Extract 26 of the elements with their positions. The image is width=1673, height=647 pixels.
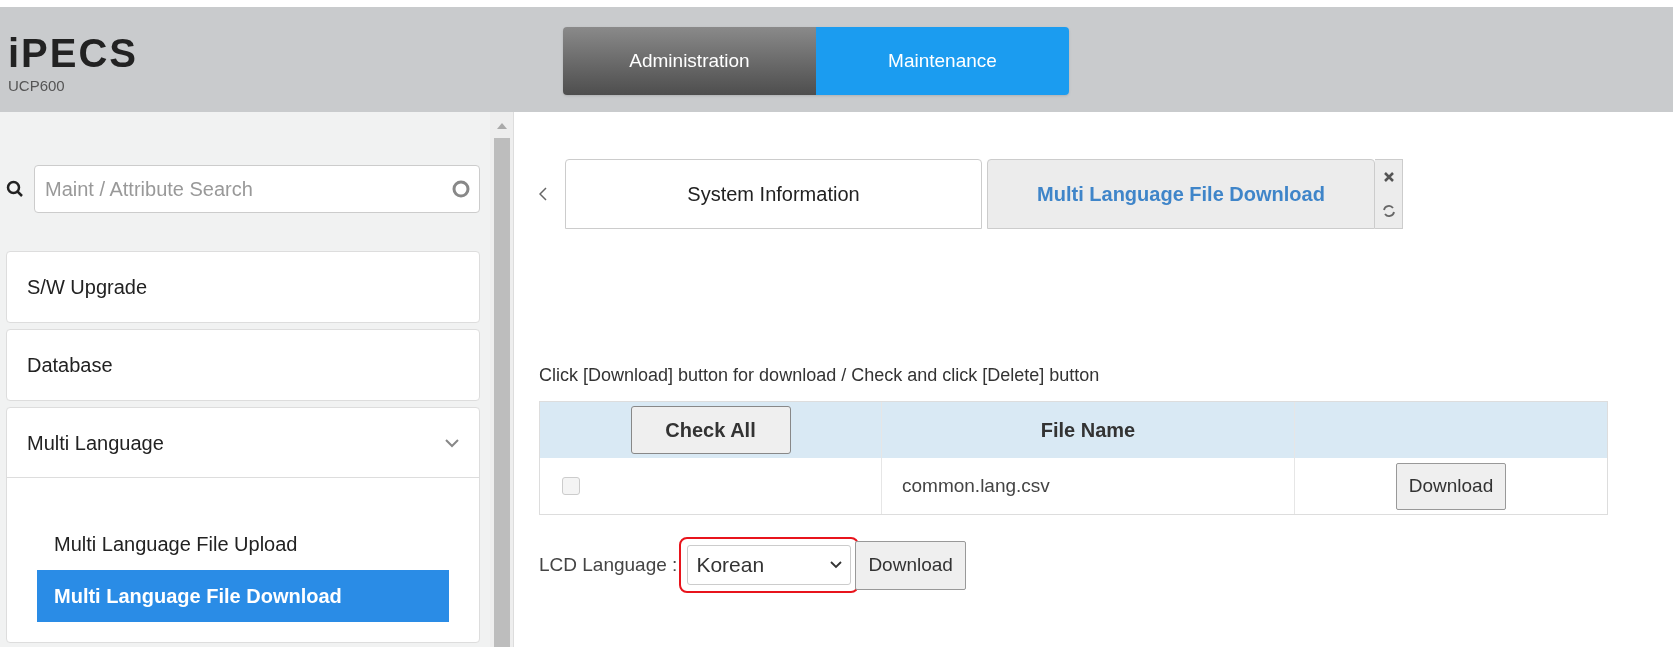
clear-icon[interactable]: [452, 180, 470, 198]
chevron-down-icon: [830, 561, 843, 569]
scrollbar-thumb[interactable]: [493, 138, 510, 647]
checkbox[interactable]: [562, 477, 580, 495]
sidebar-item[interactable]: Multi Language: [7, 408, 479, 478]
model-label: UCP600: [8, 76, 66, 96]
close-icon[interactable]: [1382, 170, 1395, 183]
check-all-button[interactable]: Check All: [630, 406, 791, 454]
logo: iPECS: [8, 35, 140, 71]
refresh-icon[interactable]: [1381, 203, 1396, 218]
sidebar-item[interactable]: Database: [7, 330, 479, 400]
download-button[interactable]: Download: [855, 540, 966, 590]
submenu-item[interactable]: Multi Language File Upload: [37, 518, 449, 570]
table-cell-text: common.lang.csv: [902, 473, 1050, 498]
language-dropdown[interactable]: Korean: [687, 545, 852, 585]
sidebar-item[interactable]: S/W Upgrade: [7, 252, 479, 322]
nav-tab[interactable]: Administration: [563, 27, 816, 95]
tab[interactable]: System Information: [565, 159, 982, 229]
search-field[interactable]: Maint / Attribute Search: [34, 165, 480, 213]
scroll-up-icon[interactable]: [495, 122, 508, 130]
field-label: LCD Language :: [539, 552, 678, 577]
search-icon: [6, 180, 24, 198]
chevron-left-icon[interactable]: [539, 187, 547, 201]
instruction-text: Click [Download] button for download / Check and click [Delete] button: [539, 364, 1101, 387]
submenu-item[interactable]: Multi Language File Download: [37, 570, 449, 622]
download-button[interactable]: Download: [1395, 462, 1507, 510]
